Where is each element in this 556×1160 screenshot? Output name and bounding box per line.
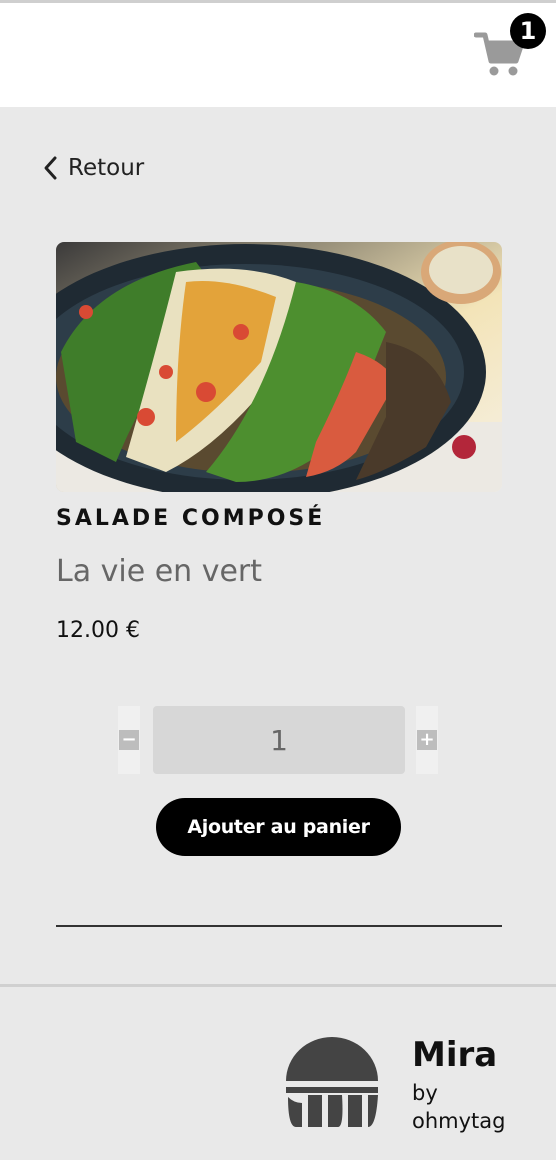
quantity-input[interactable] — [153, 706, 405, 774]
minus-icon: − — [119, 730, 139, 750]
cart-count-badge: 1 — [510, 13, 546, 49]
divider — [56, 925, 502, 927]
add-to-cart-button[interactable]: Ajouter au panier — [156, 798, 401, 856]
increment-button[interactable]: + — [416, 706, 438, 774]
product-name: La vie en vert — [56, 554, 263, 589]
back-label: Retour — [68, 155, 145, 181]
quantity-stepper: − + — [118, 706, 440, 774]
cart-button[interactable]: 1 — [474, 13, 546, 83]
header: 1 — [0, 3, 556, 107]
mira-logo-icon — [286, 1037, 378, 1127]
decrement-button[interactable]: − — [118, 706, 140, 774]
product-image — [56, 242, 502, 492]
product-category: SALADE COMPOSÉ — [56, 506, 326, 531]
plus-icon: + — [417, 730, 437, 750]
brand-by-label: by — [412, 1081, 438, 1105]
chevron-left-icon — [44, 156, 57, 180]
brand-name: Mira — [412, 1035, 498, 1075]
product-price: 12.00 € — [56, 618, 140, 643]
back-link[interactable]: Retour — [42, 152, 144, 184]
brand-company: ohmytag — [412, 1109, 506, 1133]
footer: Mira by ohmytag — [0, 987, 556, 1160]
